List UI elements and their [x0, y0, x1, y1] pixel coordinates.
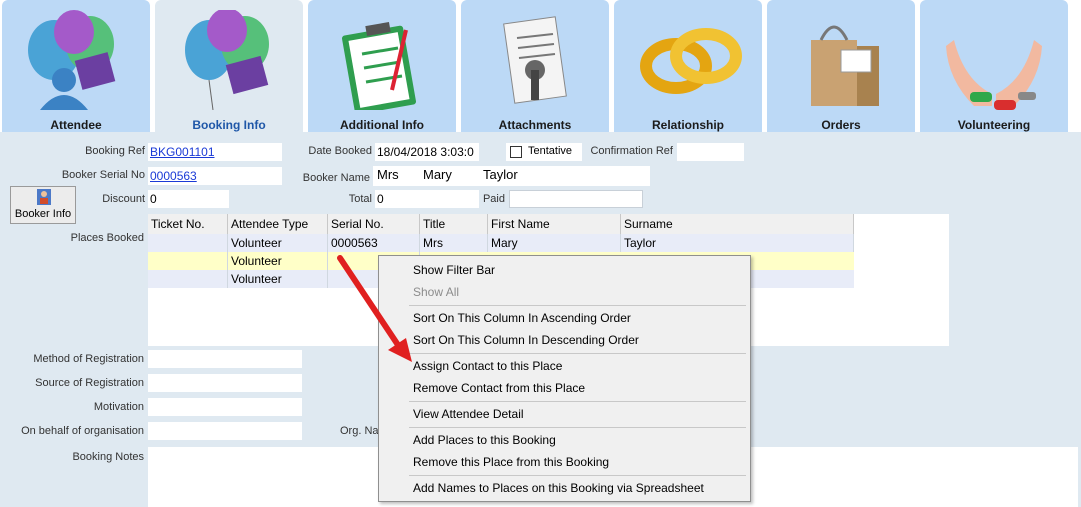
menu-separator: [409, 353, 746, 354]
tab-label: Attachments: [498, 118, 572, 132]
paper-clip-document-icon: [503, 16, 567, 104]
grid-cell: Volunteer: [228, 234, 328, 252]
grid-cell: Taylor: [621, 234, 854, 252]
booking-ref-link[interactable]: BKG001101: [150, 145, 215, 159]
tab-label: Additional Info: [340, 118, 424, 132]
grid-cell: [148, 270, 228, 288]
grid-header: Ticket No. Attendee Type Serial No. Titl…: [148, 214, 854, 235]
total-label: Total: [348, 193, 372, 205]
confirmation-ref-label: Confirmation Ref: [590, 145, 673, 157]
grid-cell: Mary: [488, 234, 621, 252]
menu-item-remove-contact[interactable]: Remove Contact from this Place: [413, 381, 585, 395]
booking-notes-label: Booking Notes: [72, 451, 144, 463]
person-icon: [37, 189, 51, 205]
tab-volunteering[interactable]: Volunteering: [920, 0, 1068, 132]
method-of-registration-field[interactable]: [148, 350, 302, 368]
method-of-registration-label: Method of Registration: [33, 353, 144, 365]
tab-bar: Attendee Booking Info Additional Info At…: [0, 0, 1081, 132]
tab-relationship[interactable]: Relationship: [614, 0, 762, 132]
tab-booking-info[interactable]: Booking Info: [155, 0, 303, 132]
source-of-registration-field[interactable]: [148, 374, 302, 392]
tab-attachments[interactable]: Attachments: [461, 0, 609, 132]
menu-separator: [409, 401, 746, 402]
booker-title: Mrs: [377, 167, 399, 182]
tab-label: Attendee: [50, 118, 102, 132]
paid-label: Paid: [482, 193, 505, 205]
tab-label: Relationship: [651, 118, 724, 132]
paid-field[interactable]: [509, 190, 643, 208]
column-header[interactable]: First Name: [488, 214, 621, 234]
attendee-balloons-icon: [28, 10, 116, 110]
column-header[interactable]: Surname: [621, 214, 854, 234]
booker-serial-field[interactable]: 0000563: [148, 167, 282, 185]
source-of-registration-label: Source of Registration: [35, 377, 144, 389]
column-header[interactable]: Ticket No.: [148, 214, 228, 234]
on-behalf-of-organisation-field[interactable]: [148, 422, 302, 440]
booking-ref-field[interactable]: BKG001101: [148, 143, 282, 161]
booking-ref-label: Booking Ref: [85, 145, 145, 157]
motivation-field[interactable]: [148, 398, 302, 416]
tab-additional-info[interactable]: Additional Info: [308, 0, 456, 132]
tentative-label: Tentative: [528, 145, 573, 157]
confirmation-ref-field[interactable]: [677, 143, 744, 161]
table-row[interactable]: Volunteer 0000563 Mrs Mary Taylor: [148, 234, 854, 252]
booker-first-name: Mary: [423, 167, 452, 182]
booker-info-label: Booker Info: [14, 208, 72, 220]
booker-info-button[interactable]: Booker Info: [10, 186, 76, 224]
grid-cell: Mrs: [420, 234, 488, 252]
grid-cell: [148, 252, 228, 270]
booking-balloons-icon: [185, 10, 269, 110]
menu-item-show-filter-bar[interactable]: Show Filter Bar: [413, 263, 495, 277]
column-header[interactable]: Attendee Type: [228, 214, 328, 234]
column-header[interactable]: Serial No.: [328, 214, 420, 234]
booker-name-field[interactable]: Mrs Mary Taylor: [373, 166, 650, 186]
menu-separator: [409, 475, 746, 476]
tab-label: Volunteering: [957, 118, 1031, 132]
booker-name-label: Booker Name: [302, 172, 370, 184]
booker-serial-link[interactable]: 0000563: [150, 169, 197, 183]
shopping-bag-icon: [811, 25, 879, 106]
places-booked-label: Places Booked: [70, 232, 144, 244]
menu-item-remove-place[interactable]: Remove this Place from this Booking: [413, 455, 609, 469]
clipboard-icon: [342, 21, 416, 110]
annotation-arrow-icon: [337, 255, 412, 362]
motivation-label: Motivation: [93, 401, 144, 413]
menu-item-assign-contact[interactable]: Assign Contact to this Place: [413, 359, 562, 373]
menu-separator: [409, 305, 746, 306]
menu-item-add-places[interactable]: Add Places to this Booking: [413, 433, 556, 447]
checkbox-box[interactable]: [510, 146, 522, 158]
discount-field[interactable]: 0: [148, 190, 229, 208]
menu-item-view-attendee-detail[interactable]: View Attendee Detail: [413, 407, 524, 421]
menu-separator: [409, 427, 746, 428]
menu-item-add-names-spreadsheet[interactable]: Add Names to Places on this Booking via …: [413, 481, 704, 495]
tab-attendee[interactable]: Attendee: [2, 0, 150, 132]
context-menu: Show Filter Bar Show All Sort On This Co…: [378, 255, 751, 502]
on-behalf-of-organisation-label: On behalf of organisation: [21, 425, 144, 437]
menu-item-sort-ascending[interactable]: Sort On This Column In Ascending Order: [413, 311, 631, 325]
helping-hands-icon: [946, 40, 1042, 110]
tab-label: Booking Info: [192, 118, 266, 132]
column-header[interactable]: Title: [420, 214, 488, 234]
menu-item-sort-descending[interactable]: Sort On This Column In Descending Order: [413, 333, 639, 347]
tab-orders[interactable]: Orders: [767, 0, 915, 132]
booker-serial-label: Booker Serial No: [61, 169, 145, 181]
grid-cell: Volunteer: [228, 270, 328, 288]
date-booked-field[interactable]: 18/04/2018 3:03:0: [375, 143, 479, 161]
tentative-checkbox[interactable]: Tentative: [506, 143, 582, 161]
grid-cell: Volunteer: [228, 252, 328, 270]
tab-label: Orders: [821, 118, 861, 132]
date-booked-label: Date Booked: [308, 145, 372, 157]
rings-icon: [640, 28, 742, 94]
grid-cell: [148, 234, 228, 252]
booker-surname: Taylor: [483, 167, 518, 182]
